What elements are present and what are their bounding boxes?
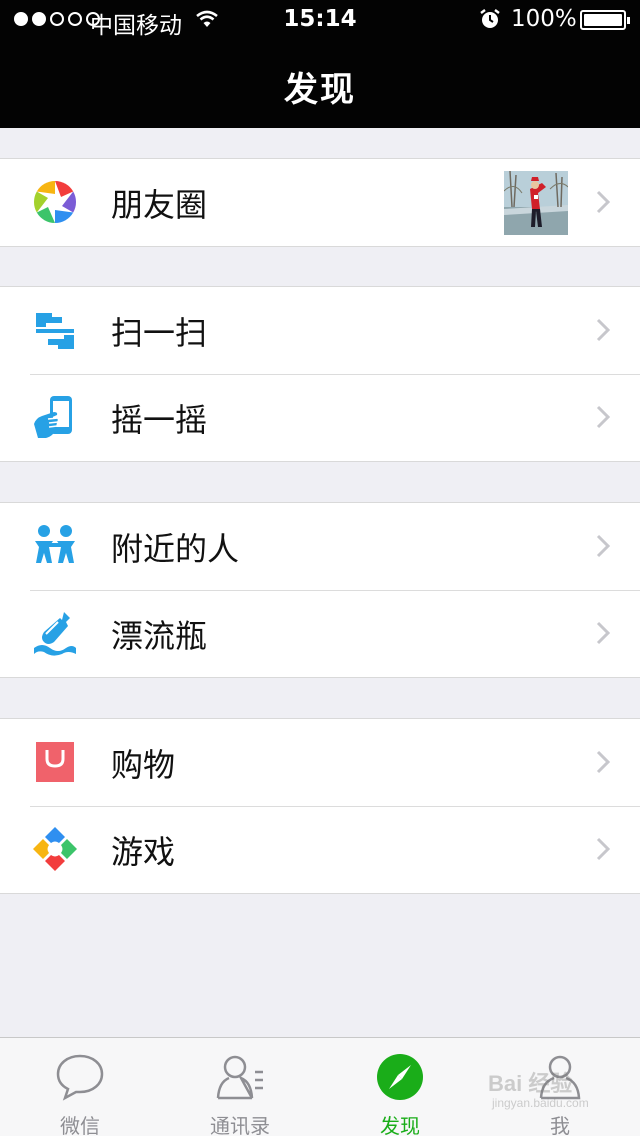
- menu-item-games[interactable]: 游戏: [0, 806, 640, 893]
- tab-label: 微信: [60, 1114, 100, 1136]
- aperture-icon: [33, 181, 77, 223]
- watermark-url: jingyan.baidu.com: [492, 1096, 589, 1110]
- top-bar: 中国移动 15:14 100% 发现: [0, 0, 640, 128]
- battery-icon: [580, 10, 630, 30]
- menu-item-drift-bottle[interactable]: 漂流瓶: [0, 590, 640, 677]
- menu-item-label: 扫一扫: [111, 314, 208, 352]
- menu-item-moments[interactable]: 朋友圈: [0, 159, 640, 246]
- menu-item-label: 附近的人: [111, 530, 240, 568]
- menu-item-shopping[interactable]: 购物: [0, 719, 640, 806]
- chevron-right-icon: [596, 405, 610, 429]
- tab-label: 我: [550, 1114, 570, 1136]
- tab-label: 通讯录: [210, 1114, 270, 1136]
- tab-chats[interactable]: 微信: [0, 1038, 160, 1136]
- alarm-clock-icon: [480, 9, 500, 28]
- watermark: Bai 经验: [488, 1071, 573, 1096]
- tab-discover[interactable]: 发现: [320, 1038, 480, 1136]
- games-icon: [33, 827, 77, 871]
- contacts-icon: [216, 1055, 263, 1100]
- bottle-icon: [34, 612, 76, 656]
- shake-phone-icon: [34, 396, 72, 438]
- menu-item-shake[interactable]: 摇一摇: [0, 374, 640, 461]
- status-bar: 中国移动 15:14 100%: [0, 0, 640, 40]
- chevron-right-icon: [596, 318, 610, 342]
- menu-item-people-nearby[interactable]: 附近的人: [0, 503, 640, 590]
- menu-item-label: 朋友圈: [111, 186, 208, 224]
- chevron-right-icon: [596, 621, 610, 645]
- moments-thumbnail: [504, 171, 568, 235]
- menu-item-label: 游戏: [111, 833, 176, 871]
- shopping-bag-icon: [36, 742, 74, 782]
- chevron-right-icon: [596, 534, 610, 558]
- battery-percent: 100%: [511, 6, 577, 32]
- tab-label: 发现: [380, 1114, 420, 1136]
- menu-item-label: 购物: [111, 746, 176, 784]
- group-shopping-games: 购物 游戏: [0, 718, 640, 894]
- group-moments: 朋友圈: [0, 158, 640, 247]
- page-title: 发现: [284, 70, 356, 110]
- people-nearby-icon: [35, 525, 75, 563]
- group-nearby-bottle: 附近的人 漂流瓶: [0, 502, 640, 678]
- group-scan-shake: 扫一扫 摇一摇: [0, 286, 640, 462]
- scan-icon: [36, 313, 74, 349]
- chevron-right-icon: [596, 837, 610, 861]
- tab-contacts[interactable]: 通讯录: [160, 1038, 320, 1136]
- chevron-right-icon: [596, 750, 610, 774]
- chat-bubble-icon: [56, 1054, 104, 1101]
- compass-icon: [377, 1054, 423, 1100]
- chevron-right-icon: [596, 190, 610, 214]
- menu-item-label: 摇一摇: [111, 401, 208, 439]
- menu-item-scan[interactable]: 扫一扫: [0, 287, 640, 374]
- menu-item-label: 漂流瓶: [111, 617, 208, 655]
